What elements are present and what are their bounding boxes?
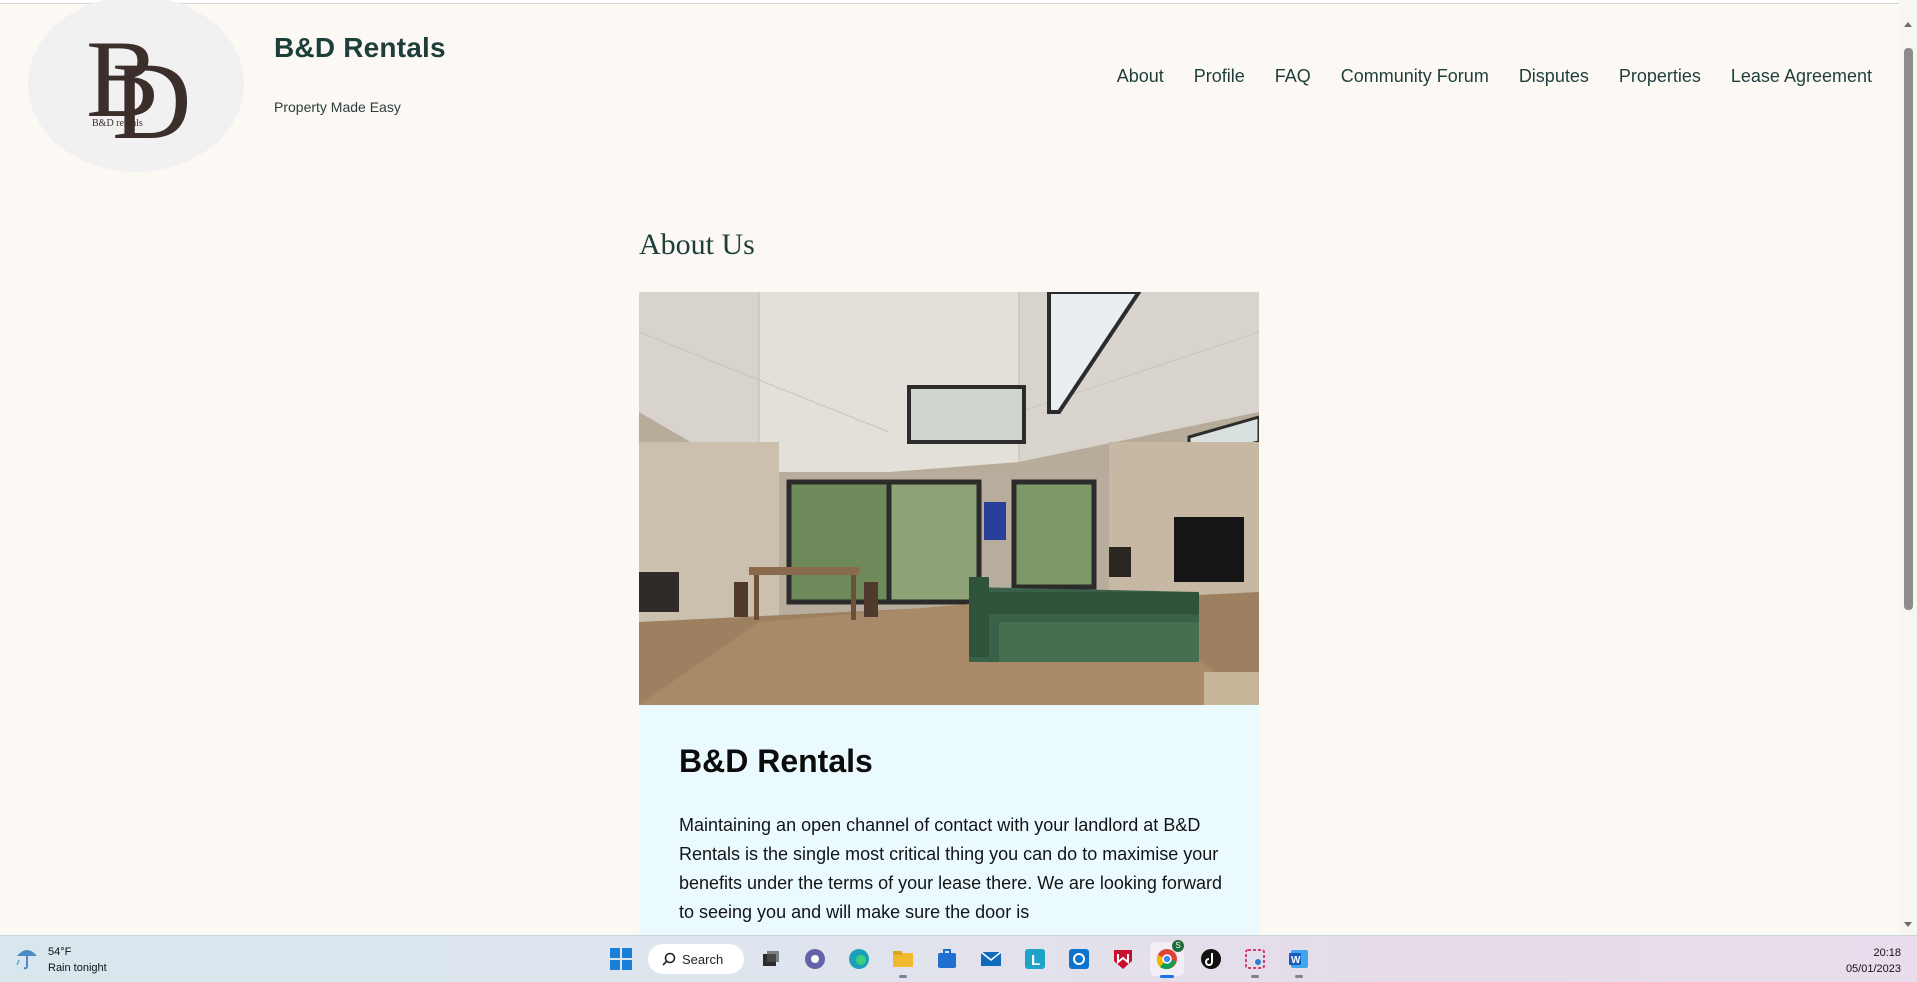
scroll-down-arrow-icon[interactable] (1904, 922, 1912, 927)
nav-lease-agreement[interactable]: Lease Agreement (1731, 66, 1872, 87)
scroll-thumb[interactable] (1904, 48, 1913, 610)
clock-date: 05/01/2023 (1845, 963, 1901, 975)
mail-icon[interactable] (974, 942, 1008, 976)
teams-chat-icon[interactable] (798, 942, 832, 976)
browser-top-edge (0, 0, 1899, 4)
task-view-icon[interactable] (754, 942, 788, 976)
main-nav: About Profile FAQ Community Forum Disput… (1117, 66, 1872, 87)
hero-image-living-room (639, 292, 1259, 705)
site-tagline: Property Made Easy (274, 99, 401, 115)
word-icon[interactable]: W (1282, 942, 1316, 978)
page-title: About Us (639, 228, 755, 261)
nav-disputes[interactable]: Disputes (1519, 66, 1589, 87)
chrome-icon[interactable]: S (1150, 940, 1184, 978)
l-app-icon[interactable]: L (1018, 942, 1052, 976)
windows-taskbar: 54°F Rain tonight Search L S W 20:18 05/… (0, 935, 1917, 982)
file-explorer-icon[interactable] (886, 942, 920, 978)
about-card: B&D Rentals Maintaining an open channel … (639, 705, 1259, 935)
svg-text:W: W (1291, 955, 1301, 966)
snipping-tool-icon[interactable] (1238, 942, 1272, 978)
clock-time: 20:18 (1873, 947, 1901, 959)
edge-browser-icon[interactable] (842, 942, 876, 976)
scroll-up-arrow-icon[interactable] (1904, 22, 1912, 27)
card-body-text: Maintaining an open channel of contact w… (679, 815, 1222, 922)
microsoft-store-icon[interactable] (930, 942, 964, 976)
nav-profile[interactable]: Profile (1194, 66, 1245, 87)
site-title[interactable]: B&D Rentals (274, 32, 446, 64)
rain-umbrella-icon (16, 950, 37, 970)
site-logo[interactable]: B D B&D rentals (28, 0, 244, 172)
weather-widget[interactable]: 54°F Rain tonight (14, 944, 107, 976)
nav-faq[interactable]: FAQ (1275, 66, 1311, 87)
svg-text:D: D (112, 40, 191, 162)
search-label: Search (682, 951, 724, 967)
search-icon (662, 952, 676, 966)
blue-square-app-icon[interactable] (1062, 942, 1096, 976)
weather-description: Rain tonight (48, 962, 107, 974)
system-clock[interactable]: 20:18 05/01/2023 (1846, 945, 1901, 977)
windows-start-icon[interactable] (604, 942, 638, 976)
nav-about[interactable]: About (1117, 66, 1164, 87)
card-title: B&D Rentals (679, 743, 873, 779)
nav-properties[interactable]: Properties (1619, 66, 1701, 87)
taskbar-apps: Search L S W (604, 940, 1316, 978)
chrome-profile-badge: S (1172, 940, 1184, 952)
taskbar-search-button[interactable]: Search (648, 944, 744, 974)
logo-text: B&D rentals (92, 118, 143, 129)
tiktok-icon[interactable] (1194, 942, 1228, 976)
weather-temperature: 54°F (48, 946, 72, 958)
svg-text:L: L (1031, 952, 1040, 969)
vertical-scrollbar[interactable] (1899, 0, 1917, 935)
nav-community-forum[interactable]: Community Forum (1341, 66, 1489, 87)
mcafee-icon[interactable] (1106, 942, 1140, 976)
